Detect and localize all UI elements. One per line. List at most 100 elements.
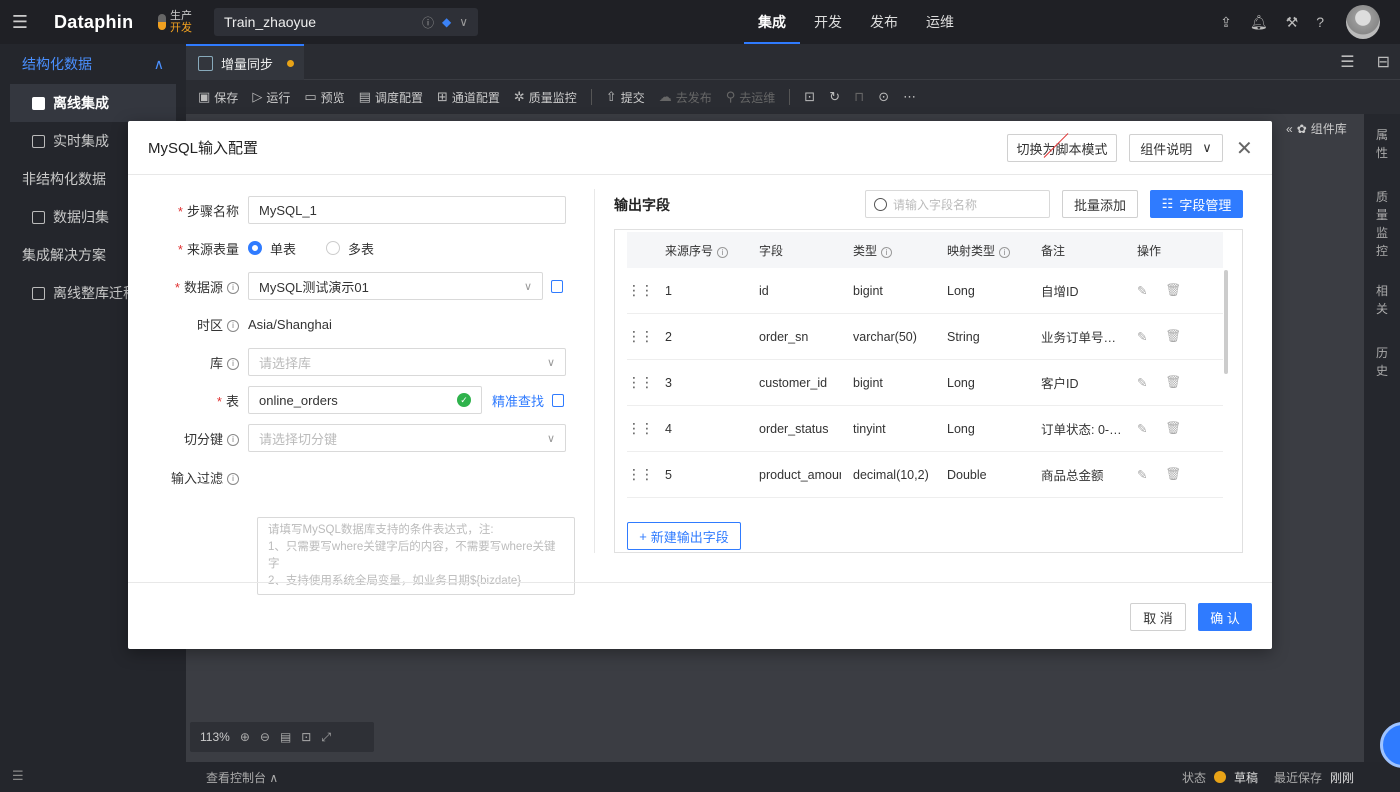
panel-divider — [594, 189, 595, 553]
save-status: 状态 草稿 最近保存 刚刚 — [1182, 769, 1354, 786]
go-ops-button[interactable]: ⚲ 去运维 — [726, 89, 776, 106]
lock-button[interactable]: ⊓ — [854, 89, 864, 105]
location-button[interactable]: ⊙ — [878, 89, 889, 105]
schedule-icon: ▤ — [358, 89, 371, 104]
save-button[interactable]: ▣ 保存 — [198, 89, 238, 106]
radio-selected-icon — [248, 241, 262, 255]
edit-icon[interactable]: ✎ — [1137, 283, 1147, 298]
exact-find-link[interactable]: 精准查找 — [492, 391, 544, 410]
copy-icon[interactable] — [551, 279, 563, 293]
single-table-label: 单表 — [270, 241, 297, 257]
format-icon[interactable]: ▤ — [280, 730, 291, 744]
trash-icon[interactable]: 🗑︎ — [1165, 467, 1181, 482]
more-button[interactable]: ⋯ — [903, 89, 916, 105]
fit-icon[interactable]: ⊡ — [301, 730, 311, 744]
schedule-config-button[interactable]: ▤ 调度配置 — [359, 89, 423, 106]
zoom-out-icon[interactable]: ⊖ — [260, 730, 270, 744]
row-map-type: Long — [947, 421, 975, 436]
run-button[interactable]: ▷ 运行 — [252, 89, 290, 106]
avatar[interactable] — [1346, 5, 1380, 39]
drag-handle-icon[interactable]: ⋮⋮ — [627, 328, 654, 345]
help-icon[interactable]: ? — [1316, 14, 1324, 30]
field-search-input[interactable]: 请输入字段名称 — [865, 190, 1050, 218]
table-scrollbar[interactable] — [1224, 270, 1228, 374]
console-label: 查看控制台 — [206, 770, 267, 785]
table-select[interactable]: online_orders ✓ — [248, 386, 482, 414]
sidebar-item-offline[interactable]: 离线集成 — [10, 84, 176, 122]
layout-icon[interactable]: ⊟ — [1377, 52, 1390, 72]
offline-icon — [32, 96, 45, 110]
wrench-icon[interactable]: ⚒ — [1286, 14, 1299, 31]
info-icon[interactable]: ⓘ — [422, 14, 434, 31]
table-row: ⋮⋮ 5 product_amount decimal(10,2) Double… — [627, 452, 1223, 498]
drag-handle-icon[interactable]: ⋮⋮ — [627, 374, 654, 391]
multi-table-radio[interactable]: 多表 — [326, 239, 374, 258]
nav-develop[interactable]: 开发 — [800, 0, 856, 44]
edit-icon[interactable]: ✎ — [1137, 375, 1147, 390]
drag-handle-icon[interactable]: ⋮⋮ — [627, 420, 654, 437]
upload-icon[interactable]: ⇪ — [1220, 14, 1232, 31]
drag-handle-icon[interactable]: ⋮⋮ — [627, 282, 654, 299]
plus-icon: + — [639, 528, 647, 544]
col-actions: 操作 — [1137, 243, 1162, 258]
nav-operations[interactable]: 运维 — [912, 0, 968, 44]
edit-icon[interactable]: ✎ — [1137, 467, 1147, 482]
save-label: 保存 — [214, 90, 239, 105]
console-toggle[interactable]: 查看控制台 ∧ — [206, 769, 278, 786]
channel-label: 通道配置 — [451, 90, 500, 105]
row-index: 1 — [665, 283, 672, 298]
step-name-input[interactable]: MySQL_1 — [248, 196, 566, 224]
last-saved-label: 最近保存 — [1273, 770, 1322, 785]
environment-switch[interactable]: 生产 开发 — [158, 10, 210, 34]
multi-table-label: 多表 — [348, 241, 375, 257]
confirm-button[interactable]: 确 认 — [1198, 603, 1252, 631]
quality-monitor-button[interactable]: ✲ 质量监控 — [514, 89, 577, 106]
channel-icon: ⊞ — [436, 89, 448, 104]
row-map-type: Long — [947, 375, 975, 390]
nav-publish[interactable]: 发布 — [856, 0, 912, 44]
channel-config-button[interactable]: ⊞ 通道配置 — [437, 89, 500, 106]
bell-icon[interactable]: 🔔︎ — [1250, 14, 1268, 31]
menu-icon[interactable]: ☰ — [0, 0, 40, 44]
edit-icon[interactable]: ✎ — [1137, 329, 1147, 344]
terminal-button[interactable]: ⊡ — [804, 89, 815, 105]
right-panel-properties[interactable]: 属性 — [1375, 126, 1389, 162]
drag-handle-icon[interactable]: ⋮⋮ — [627, 466, 654, 483]
nav-integration[interactable]: 集成 — [744, 0, 800, 44]
component-library-toggle[interactable]: « ✿ 组件库 — [1286, 120, 1347, 137]
cancel-button[interactable]: 取 消 — [1130, 603, 1186, 631]
single-table-radio[interactable]: 单表 — [248, 239, 296, 258]
go-publish-button[interactable]: ☁ 去发布 — [659, 89, 712, 106]
refresh-button[interactable]: ↻ — [829, 89, 840, 105]
collapse-sidebar-icon[interactable]: ☰ — [12, 768, 24, 784]
component-doc-button[interactable]: 组件说明 ∨ — [1129, 134, 1223, 162]
right-panel-related[interactable]: 相关 — [1375, 282, 1389, 318]
row-field: customer_id — [759, 375, 828, 390]
split-key-select[interactable]: 请选择切分键 ∨ — [248, 424, 566, 452]
add-output-field-button[interactable]: + 新建输出字段 — [627, 522, 741, 550]
fullscreen-icon[interactable]: ⤢ — [321, 730, 331, 745]
project-selector[interactable]: Train_zhaoyue ⓘ ◆ ∨ — [214, 8, 478, 36]
sidebar-section-header[interactable]: 结构化数据 ∧ — [0, 44, 186, 84]
right-panel-quality[interactable]: 质量监控 — [1375, 188, 1389, 260]
trash-icon[interactable]: 🗑︎ — [1165, 329, 1181, 344]
copy-icon[interactable] — [552, 393, 565, 407]
edit-icon[interactable]: ✎ — [1137, 421, 1147, 436]
trash-icon[interactable]: 🗑︎ — [1165, 375, 1181, 390]
tab-incremental-sync[interactable]: 增量同步 — [186, 44, 304, 80]
field-management-button[interactable]: ☷ 字段管理 — [1150, 190, 1243, 218]
right-panel-history[interactable]: 历史 — [1375, 344, 1389, 380]
list-icon[interactable]: ☰ — [1340, 52, 1354, 72]
close-icon[interactable]: ✕ — [1236, 136, 1253, 161]
top-nav-bar: ☰ Dataphin 生产 开发 Train_zhaoyue ⓘ ◆ ∨ 集成 开… — [0, 0, 1400, 44]
preview-button[interactable]: ▭ 预览 — [304, 89, 344, 106]
db-select[interactable]: 请选择库 ∨ — [248, 348, 566, 376]
row-note: 业务订单号，... — [1041, 331, 1123, 345]
submit-button[interactable]: ⇧ 提交 — [606, 89, 645, 106]
batch-add-button[interactable]: 批量添加 — [1062, 190, 1138, 218]
trash-icon[interactable]: 🗑︎ — [1165, 283, 1181, 298]
chevron-down-icon: ∨ — [1202, 140, 1212, 155]
trash-icon[interactable]: 🗑︎ — [1165, 421, 1181, 436]
datasource-select[interactable]: MySQL测试演示01 ∨ — [248, 272, 543, 300]
zoom-in-icon[interactable]: ⊕ — [240, 730, 250, 744]
